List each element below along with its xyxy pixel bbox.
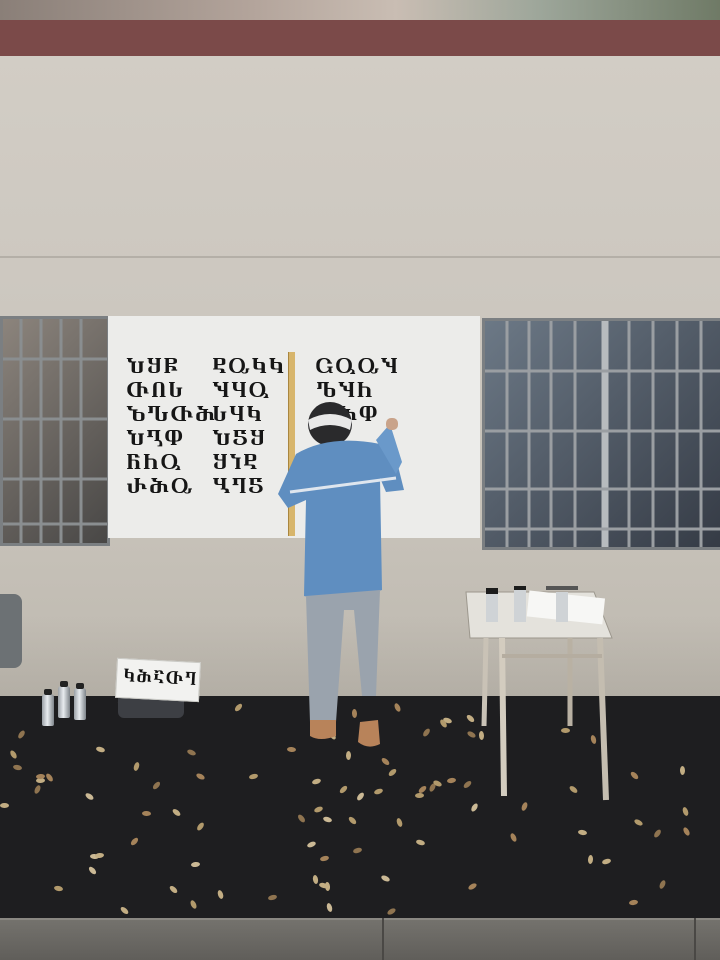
glyph-row: ႮႸႼ <box>126 358 180 378</box>
curb-joint <box>382 918 384 960</box>
glyph-row: ႮႽႸ <box>212 430 267 450</box>
trash-bin <box>0 594 22 668</box>
window-right <box>482 318 720 550</box>
glyph-row: ႬႹႳ <box>126 454 183 474</box>
painter-person <box>276 400 408 750</box>
glyph-row: ႦჀႧႫ <box>126 406 217 426</box>
spray-can-cap <box>60 681 68 687</box>
roof-trim <box>0 20 720 59</box>
spray-can <box>42 689 54 726</box>
sketch-sheet: ႩႫႠႧႤ <box>115 657 201 703</box>
glyph-column-2: ႲႭႩႩ ႯႷႳ ႱႷႩ ႮႽႸ ႸႨႲ ႡႤႽ <box>212 356 284 500</box>
leaf <box>679 765 686 776</box>
glyph-row: ႯႷႳ <box>212 382 271 402</box>
glyph-row: ႮႢႴ <box>126 430 185 450</box>
spray-can <box>74 683 86 720</box>
leaf <box>0 803 9 808</box>
glyph-row: ႺႳႭႯ <box>316 358 400 378</box>
wall-seam <box>0 256 720 258</box>
glyph-row: ႸႨႲ <box>212 454 259 474</box>
spray-can <box>58 681 70 718</box>
sheet-glyphs: ႩႫႠႧႤ <box>122 667 198 690</box>
photo-scene: ႮႸႼ ႧႶႱ ႦჀႧႫ ႮႢႴ ႬႹႳ ႰႫႭ ႲႭႩႩ ႯႷႳ ႱႷႩ ႮႽ… <box>0 0 720 960</box>
glyph-column-1: ႮႸႼ ႧႶႱ ႦჀႧႫ ႮႢႴ ႬႹႳ ႰႫႭ <box>126 356 215 500</box>
window-bars <box>3 319 107 543</box>
glyph-row: ႲႭႩႩ <box>212 358 286 378</box>
spray-can-cap <box>76 683 84 689</box>
window-left <box>0 316 110 546</box>
leaf <box>141 810 152 817</box>
glyph-row: ႡႤႽ <box>212 478 266 498</box>
window-bars <box>485 321 720 547</box>
glyph-row: ႧႶႱ <box>126 382 185 402</box>
glyph-row: ႰႫႭ <box>126 478 194 498</box>
curb <box>0 918 720 960</box>
curb-joint <box>694 918 696 960</box>
work-table <box>462 586 622 806</box>
glyph-row: ႱႷႩ <box>212 406 264 426</box>
roof-strip <box>0 0 720 22</box>
spray-can-cap <box>44 689 52 695</box>
